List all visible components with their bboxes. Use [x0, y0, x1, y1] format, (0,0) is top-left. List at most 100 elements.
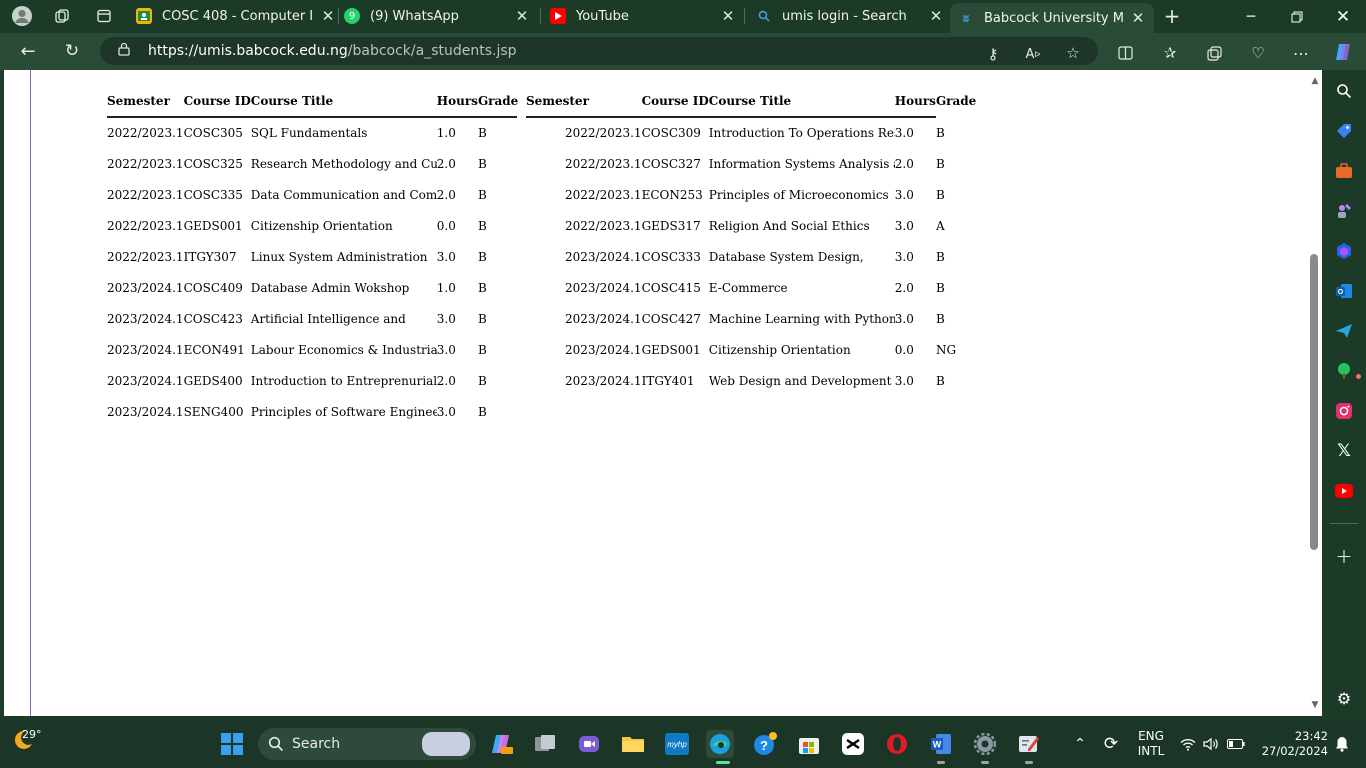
outlook-icon[interactable]: O — [1333, 280, 1355, 302]
cell-semester: 2022/2023.1 — [107, 187, 184, 202]
clock[interactable]: 23:42 27/02/2024 — [1256, 729, 1328, 759]
word-icon[interactable]: W — [927, 730, 955, 764]
restore-button[interactable] — [1274, 0, 1320, 33]
get-help-icon[interactable]: ? — [751, 730, 779, 758]
sidebar-settings-gear-icon[interactable]: ⚙ — [1333, 687, 1355, 709]
key-icon[interactable]: ⚷ — [982, 43, 1004, 65]
left-border-line — [30, 70, 31, 716]
tab-actions-icon[interactable] — [92, 5, 116, 27]
x-twitter-icon[interactable]: 𝕏 — [1333, 440, 1355, 462]
cell-hours: 3.0 — [894, 187, 914, 202]
notification-bell-icon[interactable] — [1330, 720, 1354, 768]
profile-avatar-icon[interactable] — [10, 5, 34, 27]
cell-course-id: GEDS400 — [183, 373, 243, 388]
meet-video-icon[interactable] — [575, 730, 603, 758]
close-window-button[interactable]: ✕ — [1320, 0, 1366, 33]
capcut-icon[interactable] — [839, 730, 867, 758]
myhp-icon[interactable]: myhp — [663, 730, 691, 758]
tools-briefcase-icon[interactable] — [1333, 160, 1355, 182]
notification-dot — [1356, 374, 1361, 379]
cell-grade: B — [477, 373, 487, 388]
cell-course-id: COSC409 — [183, 280, 243, 295]
back-icon[interactable]: ← — [17, 40, 39, 62]
tab-whatsapp[interactable]: 9 (9) WhatsApp ✕ — [344, 3, 530, 29]
microsoft-365-icon[interactable] — [1333, 240, 1355, 262]
opera-icon[interactable] — [883, 730, 911, 758]
close-icon[interactable]: ✕ — [928, 7, 944, 25]
search-icon[interactable] — [1333, 80, 1355, 102]
cell-grade: B — [477, 125, 487, 140]
sync-icon[interactable]: ⟳ — [1098, 720, 1124, 768]
close-icon[interactable]: ✕ — [720, 7, 736, 25]
cell-hours: 3.0 — [894, 218, 914, 233]
input-language[interactable]: ENG INTL — [1134, 729, 1168, 759]
edge-browser-icon[interactable] — [706, 730, 734, 764]
copilot-pre-icon[interactable] — [487, 730, 515, 758]
tab-cosc408[interactable]: COSC 408 - Computer Info ✕ — [136, 3, 336, 29]
cell-hours: 2.0 — [436, 373, 456, 388]
tab-divider — [540, 8, 541, 24]
windows-start-icon[interactable] — [218, 730, 246, 758]
favorites-icon[interactable]: ✰ — [1159, 42, 1181, 64]
running-indicator — [1025, 761, 1033, 764]
col-header-course-title: Course Title — [708, 94, 792, 108]
cell-grade: B — [477, 280, 487, 295]
cell-course-id: GEDS001 — [183, 218, 243, 233]
tab-title: YouTube — [576, 8, 629, 24]
instagram-icon[interactable] — [1333, 400, 1355, 422]
cell-grade: B — [935, 125, 945, 140]
more-menu-icon[interactable]: ⋯ — [1290, 42, 1312, 64]
wifi-icon[interactable] — [1178, 720, 1198, 768]
games-icon[interactable] — [1333, 200, 1355, 222]
close-icon[interactable]: ✕ — [320, 7, 336, 25]
microsoft-store-icon[interactable] — [795, 730, 823, 758]
tab-youtube[interactable]: YouTube ✕ — [550, 3, 736, 29]
split-screen-icon[interactable] — [1114, 42, 1136, 64]
table-row: 2023/2024.1 COSC415 E-Commerce 2.0 B — [526, 272, 976, 303]
scroll-up-arrow-icon[interactable]: ▲ — [1310, 76, 1320, 86]
refresh-icon[interactable]: ↻ — [61, 40, 83, 62]
cell-course-id: COSC327 — [641, 156, 701, 171]
address-bar[interactable]: https://umis.babcock.edu.ng/babcock/a_st… — [100, 37, 1098, 65]
cell-course-id: ECON491 — [183, 342, 245, 357]
tab-umis-search[interactable]: umis login - Search ✕ — [756, 3, 944, 29]
cell-grade: A — [935, 218, 945, 233]
taskbar-search[interactable]: Search — [258, 728, 476, 760]
cell-semester: 2022/2023.1 — [565, 218, 642, 233]
battery-icon[interactable] — [1225, 720, 1247, 768]
show-hidden-icons-chevron-up-icon[interactable]: ⌃ — [1068, 720, 1092, 768]
volume-icon[interactable] — [1201, 720, 1221, 768]
cell-semester: 2023/2024.1 — [565, 373, 642, 388]
shopping-tag-icon[interactable] — [1333, 120, 1355, 142]
read-aloud-icon[interactable]: Aᐅ — [1022, 43, 1044, 65]
workspaces-icon[interactable] — [50, 5, 74, 27]
search-icon — [268, 736, 284, 752]
youtube-icon[interactable] — [1333, 480, 1355, 502]
collections-icon[interactable] — [1203, 42, 1225, 64]
scroll-down-arrow-icon[interactable]: ▼ — [1310, 700, 1320, 710]
tab-title: Babcock University Manag — [984, 10, 1124, 26]
tab-babcock[interactable]: ʬ Babcock University Manag ✕ — [950, 3, 1154, 33]
close-icon[interactable]: ✕ — [514, 7, 530, 25]
scrollbar-thumb[interactable] — [1310, 254, 1318, 550]
settings-gear-icon[interactable] — [971, 730, 999, 764]
minimize-button[interactable]: ─ — [1228, 0, 1274, 33]
browser-essentials-icon[interactable]: ♡ — [1247, 42, 1269, 64]
cell-course-title: Introduction To Operations Research — [708, 125, 895, 140]
new-tab-icon[interactable]: + — [1160, 4, 1184, 28]
youtube-icon — [550, 8, 566, 24]
task-view-icon[interactable] — [531, 730, 559, 758]
url-path: /babcock/a_students.jsp — [347, 43, 517, 59]
editor-app-icon[interactable] — [1015, 730, 1043, 764]
file-explorer-icon[interactable] — [619, 730, 647, 758]
copilot-icon[interactable] — [1332, 41, 1354, 63]
cell-course-id: ITGY307 — [183, 249, 237, 264]
close-icon[interactable]: ✕ — [1130, 9, 1146, 27]
tab-divider — [744, 8, 745, 24]
tree-icon[interactable] — [1333, 360, 1361, 382]
send-icon[interactable] — [1333, 320, 1355, 342]
col-header-grade: Grade — [477, 94, 519, 108]
add-sidebar-app-icon[interactable]: + — [1333, 544, 1355, 568]
table-row: 2023/2024.1 COSC409 Database Admin Wokshop… — [107, 272, 518, 303]
favorite-star-icon[interactable]: ☆ — [1062, 42, 1084, 64]
